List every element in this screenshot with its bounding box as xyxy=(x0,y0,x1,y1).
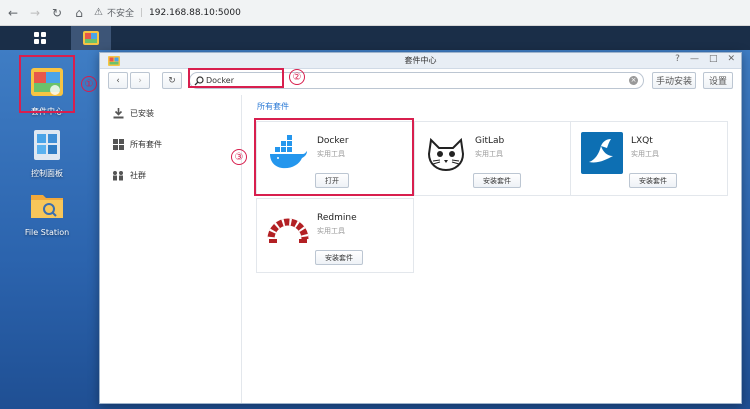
package-name: GitLab xyxy=(475,136,505,146)
dsm-taskbar xyxy=(0,26,750,50)
annotation-marker-2: ② xyxy=(289,69,305,85)
grid-icon xyxy=(112,138,124,150)
forward-arrow-icon[interactable]: → xyxy=(26,4,44,22)
back-button[interactable]: ‹ xyxy=(108,72,128,89)
sidebar-item-label: 已安装 xyxy=(130,108,154,118)
install-button[interactable]: 安装套件 xyxy=(629,173,677,188)
sidebar-item-all-packages[interactable]: 所有套件 xyxy=(112,138,162,150)
package-name: LXQt xyxy=(631,136,653,146)
sidebar-item-community[interactable]: 社群 xyxy=(112,169,146,181)
clear-search-icon[interactable]: × xyxy=(629,76,638,85)
package-category: 实用工具 xyxy=(631,150,659,158)
maximize-icon[interactable]: □ xyxy=(709,54,718,64)
lxqt-bird-icon xyxy=(581,132,623,174)
redmine-icon xyxy=(267,218,309,243)
package-card-redmine[interactable]: Redmine 实用工具 安装套件 xyxy=(256,198,414,273)
download-icon xyxy=(112,107,124,119)
forward-button[interactable]: › xyxy=(130,72,150,89)
window-titlebar[interactable]: 套件中心 ? — □ ✕ xyxy=(100,53,741,69)
control-panel-icon xyxy=(34,130,60,160)
package-category: 实用工具 xyxy=(475,150,503,158)
gitlab-cat-icon xyxy=(427,137,465,172)
community-icon xyxy=(112,169,124,181)
sidebar: 已安装 所有套件 社群 xyxy=(100,95,242,403)
refresh-button[interactable]: ↻ xyxy=(162,72,182,89)
main-menu-icon[interactable] xyxy=(27,29,53,47)
package-card-gitlab[interactable]: GitLab 实用工具 安装套件 xyxy=(414,121,572,196)
warning-icon: ⚠ xyxy=(94,7,103,18)
address-divider: | xyxy=(139,7,144,18)
install-button[interactable]: 安装套件 xyxy=(473,173,521,188)
security-label: 不安全 xyxy=(106,9,134,19)
address-bar[interactable]: ⚠ 不安全 | 192.168.88.10:5000 xyxy=(94,4,241,22)
reload-icon[interactable]: ↻ xyxy=(48,4,66,22)
desktop-icon-label: File Station xyxy=(24,228,70,237)
url-text: 192.168.88.10:5000 xyxy=(149,7,241,18)
annotation-marker-1: ① xyxy=(81,76,97,92)
desktop-icon-label: 控制面板 xyxy=(31,169,63,178)
sidebar-item-label: 所有套件 xyxy=(130,139,162,149)
taskbar-package-center-icon[interactable] xyxy=(71,26,111,50)
highlight-box-docker xyxy=(254,118,414,196)
package-center-window: 套件中心 ? — □ ✕ ‹ › ↻ × 手动安装 设置 已安装 xyxy=(99,52,742,404)
folder-icon xyxy=(31,195,63,218)
package-name: Redmine xyxy=(317,213,357,223)
minimize-icon[interactable]: — xyxy=(690,54,699,64)
section-title: 所有套件 xyxy=(257,102,289,111)
desktop-icon-file-station[interactable]: File Station xyxy=(15,186,79,237)
highlight-box-search xyxy=(188,68,284,88)
help-icon[interactable]: ? xyxy=(675,54,680,64)
sidebar-item-installed[interactable]: 已安装 xyxy=(112,107,154,119)
settings-button[interactable]: 设置 xyxy=(703,72,733,89)
home-icon[interactable]: ⌂ xyxy=(70,4,88,22)
install-button[interactable]: 安装套件 xyxy=(315,250,363,265)
package-card-lxqt[interactable]: LXQt 实用工具 安装套件 xyxy=(570,121,728,196)
close-icon[interactable]: ✕ xyxy=(727,54,735,64)
sidebar-item-label: 社群 xyxy=(130,170,146,180)
desktop-icon-control-panel[interactable]: 控制面板 xyxy=(15,126,79,179)
package-category: 实用工具 xyxy=(317,227,345,235)
highlight-box-package-center xyxy=(19,55,75,113)
manual-install-button[interactable]: 手动安装 xyxy=(652,72,696,89)
back-arrow-icon[interactable]: ← xyxy=(4,4,22,22)
window-title: 套件中心 xyxy=(404,56,437,65)
annotation-marker-3: ③ xyxy=(231,149,247,165)
browser-toolbar: ← → ↻ ⌂ ⚠ 不安全 | 192.168.88.10:5000 xyxy=(0,0,750,26)
